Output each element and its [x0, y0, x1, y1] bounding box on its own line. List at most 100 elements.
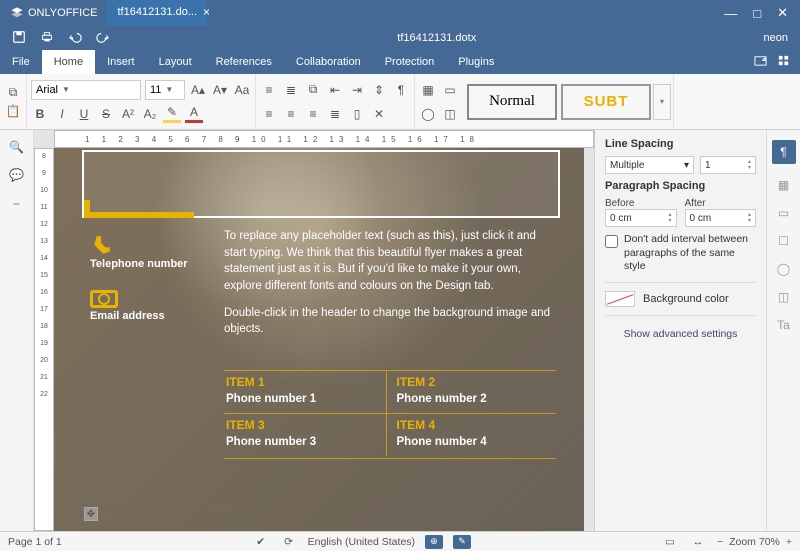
change-case-icon[interactable]: Aa: [233, 81, 251, 99]
vertical-ruler[interactable]: 8910 111213 141516 171819 202122: [34, 148, 54, 531]
insert-shape-icon[interactable]: ◯: [419, 105, 437, 123]
indent-dec-icon[interactable]: ⇤: [326, 81, 344, 99]
search-icon[interactable]: 🔍: [9, 140, 24, 154]
paste-icon[interactable]: 📋: [4, 102, 22, 120]
paragraph-2[interactable]: Double-click in the header to change the…: [224, 305, 554, 338]
strike-icon[interactable]: S: [97, 105, 115, 123]
highlight-icon[interactable]: ✎: [163, 105, 181, 123]
shading-icon[interactable]: ▯: [348, 105, 366, 123]
no-interval-checkbox[interactable]: Don't add interval between paragraphs of…: [605, 233, 756, 274]
style-subtitle[interactable]: SUBT: [561, 84, 651, 120]
align-left-icon[interactable]: ≡: [260, 105, 278, 123]
insert-table-icon[interactable]: ▦: [419, 81, 437, 99]
align-justify-icon[interactable]: ≣: [326, 105, 344, 123]
zoom-in-icon[interactable]: +: [786, 536, 792, 548]
menu-references[interactable]: References: [204, 50, 284, 74]
maximize-icon[interactable]: □: [753, 6, 761, 21]
item-4-label[interactable]: ITEM 4: [397, 418, 551, 432]
menu-file[interactable]: File: [0, 50, 42, 74]
menu-home[interactable]: Home: [42, 50, 95, 74]
body-text[interactable]: To replace any placeholder text (such as…: [224, 228, 554, 348]
superscript-icon[interactable]: A²: [119, 105, 137, 123]
table-tab-icon[interactable]: ▦: [778, 178, 789, 192]
zoom-out-icon[interactable]: −: [717, 536, 723, 548]
comments-icon[interactable]: 💬: [9, 168, 24, 182]
increase-size-icon[interactable]: A▴: [189, 81, 207, 99]
feedback-icon[interactable]: ✎: [453, 535, 471, 549]
font-name-select[interactable]: Arial▼: [31, 80, 141, 100]
chart-tab-icon[interactable]: ◫: [778, 290, 789, 304]
save-icon[interactable]: [12, 30, 26, 47]
item-1-phone[interactable]: Phone number 1: [226, 393, 380, 405]
bullets-icon[interactable]: ≡: [260, 81, 278, 99]
spellcheck-icon[interactable]: ✔: [252, 535, 270, 549]
close-window-icon[interactable]: ✕: [777, 5, 788, 21]
insert-image-icon[interactable]: ▭: [441, 81, 459, 99]
move-handle-icon[interactable]: ✥: [84, 507, 98, 521]
subscript-icon[interactable]: A₂: [141, 105, 159, 123]
no-interval-input[interactable]: [605, 235, 618, 248]
clear-style-icon[interactable]: ✕: [370, 105, 388, 123]
nonprinting-icon[interactable]: ¶: [392, 81, 410, 99]
copy-icon[interactable]: ⧉: [4, 84, 22, 102]
menu-plugins[interactable]: Plugins: [446, 50, 506, 74]
styles-dropdown-icon[interactable]: ▾: [653, 84, 671, 120]
view-settings-icon[interactable]: [777, 54, 790, 70]
after-input[interactable]: 0 cm▴▾: [685, 209, 757, 227]
language-label[interactable]: English (United States): [308, 536, 415, 548]
item-2-phone[interactable]: Phone number 2: [397, 393, 551, 405]
item-3-label[interactable]: ITEM 3: [226, 418, 380, 432]
menu-layout[interactable]: Layout: [147, 50, 204, 74]
paragraph-1[interactable]: To replace any placeholder text (such as…: [224, 228, 554, 295]
bg-color-swatch[interactable]: [605, 291, 635, 307]
italic-icon[interactable]: I: [53, 105, 71, 123]
bold-icon[interactable]: B: [31, 105, 49, 123]
numbering-icon[interactable]: ≣: [282, 81, 300, 99]
document-tab[interactable]: tf16412131.do... ×: [107, 0, 207, 26]
line-spacing-value-input[interactable]: 1▴▾: [700, 156, 756, 174]
shape-tab-icon[interactable]: ◯: [777, 262, 790, 276]
multilevel-icon[interactable]: ⧉: [304, 81, 322, 99]
fit-width-icon[interactable]: ↔: [689, 535, 707, 549]
item-3-phone[interactable]: Phone number 3: [226, 436, 380, 448]
before-input[interactable]: 0 cm▴▾: [605, 209, 677, 227]
telephone-label[interactable]: Telephone number: [90, 258, 210, 272]
decrease-size-icon[interactable]: A▾: [211, 81, 229, 99]
indent-inc-icon[interactable]: ⇥: [348, 81, 366, 99]
header-tab-icon[interactable]: ☐: [778, 234, 789, 248]
font-size-select[interactable]: 11▼: [145, 80, 185, 100]
user-label[interactable]: neon: [752, 32, 800, 44]
insert-chart-icon[interactable]: ◫: [441, 105, 459, 123]
doclang-icon[interactable]: ⊕: [425, 535, 443, 549]
minimize-icon[interactable]: —: [724, 6, 737, 21]
redo-icon[interactable]: [96, 30, 110, 47]
zoom-label[interactable]: Zoom 70%: [729, 536, 780, 548]
menu-protection[interactable]: Protection: [373, 50, 447, 74]
print-icon[interactable]: [40, 30, 54, 47]
horizontal-ruler[interactable]: 1 1 2 3 4 5 6 7 8 9 10 11 12 13 14 15 16…: [54, 130, 594, 148]
menu-collaboration[interactable]: Collaboration: [284, 50, 373, 74]
item-4-phone[interactable]: Phone number 4: [397, 436, 551, 448]
tracking-icon[interactable]: ⟳: [280, 535, 298, 549]
style-normal[interactable]: Normal: [467, 84, 557, 120]
paragraph-tab-icon[interactable]: ¶: [772, 140, 796, 164]
align-right-icon[interactable]: ≡: [304, 105, 322, 123]
undo-icon[interactable]: [68, 30, 82, 47]
underline-icon[interactable]: U: [75, 105, 93, 123]
document-page[interactable]: Telephone number Email address To replac…: [54, 148, 584, 531]
email-label[interactable]: Email address: [90, 310, 210, 324]
align-center-icon[interactable]: ≡: [282, 105, 300, 123]
page-status[interactable]: Page 1 of 1: [8, 536, 62, 548]
item-2-label[interactable]: ITEM 2: [397, 375, 551, 389]
image-tab-icon[interactable]: ▭: [778, 206, 789, 220]
item-1-label[interactable]: ITEM 1: [226, 375, 380, 389]
textart-tab-icon[interactable]: Ta: [777, 318, 790, 332]
menu-insert[interactable]: Insert: [95, 50, 147, 74]
open-location-icon[interactable]: [754, 54, 767, 70]
headings-icon[interactable]: ⎯: [13, 196, 19, 211]
line-spacing-mode-select[interactable]: Multiple▾: [605, 156, 694, 174]
advanced-settings-link[interactable]: Show advanced settings: [605, 328, 756, 340]
font-color-icon[interactable]: A: [185, 105, 203, 123]
fit-page-icon[interactable]: ▭: [661, 535, 679, 549]
line-spacing-icon[interactable]: ⇕: [370, 81, 388, 99]
